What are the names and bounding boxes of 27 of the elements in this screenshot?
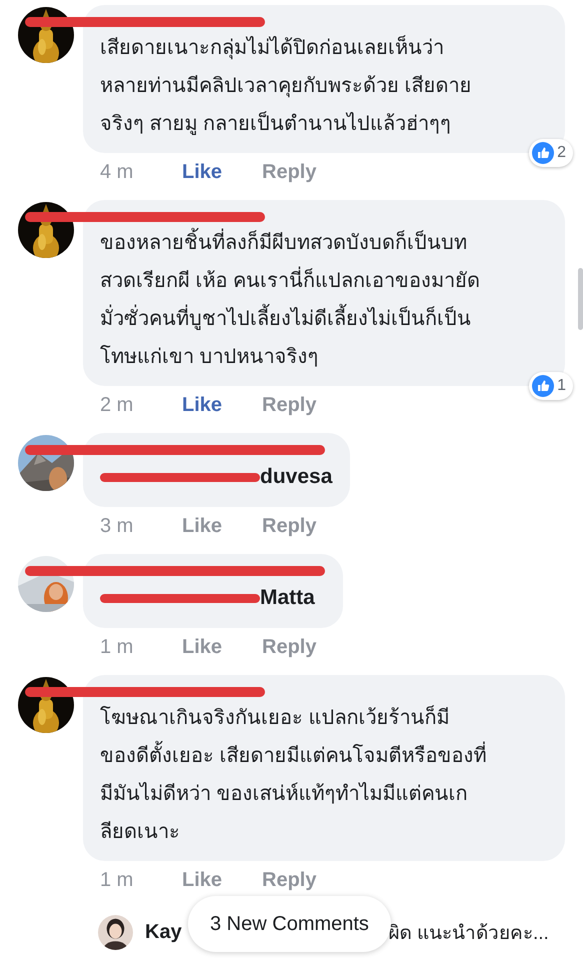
like-link[interactable]: Like — [182, 635, 262, 659]
reply-link[interactable]: Reply — [262, 514, 316, 538]
like-link[interactable]: Like — [182, 868, 262, 892]
reaction-count[interactable]: 1 — [529, 372, 573, 400]
comment-time: 2 m — [100, 393, 134, 417]
comment-time: 3 m — [100, 514, 134, 538]
thumbs-up-icon — [532, 142, 554, 164]
comment-text: เสียดายเนาะกลุ่มไม่ได้ปิดก่อนเลยเห็นว่า หลายท่านมีคลิปเวลาคุยกับพระด้วย เสียดาย จริงๆ สายมู กลายเป็นตำนานไปแล้วฮ่าๆๆ — [100, 34, 473, 137]
new-comments-toast[interactable]: 3 New Comments — [188, 896, 391, 952]
reply-link[interactable]: Reply — [262, 868, 316, 892]
like-link[interactable]: Like — [182, 160, 262, 184]
like-link[interactable]: Like — [182, 514, 262, 538]
mention-link[interactable]: duvesa — [260, 457, 332, 497]
comment-time: 4 m — [100, 160, 134, 184]
reply-link[interactable]: Reply — [262, 160, 316, 184]
reply-link[interactable]: Reply — [262, 393, 316, 417]
commenter-name[interactable]: Kay — [145, 920, 182, 944]
mention-link[interactable]: Matta — [260, 578, 315, 618]
reply-link[interactable]: Reply — [262, 635, 316, 659]
comment-time: 1 m — [100, 635, 134, 659]
comment-time: 1 m — [100, 868, 134, 892]
scrollbar[interactable] — [578, 268, 583, 330]
comment-preview: ผิด แนะนำด้วยคะ... — [388, 922, 549, 946]
thumbs-up-icon — [532, 375, 554, 397]
reaction-count[interactable]: 2 — [529, 139, 573, 167]
comment-text: โฆษณาเกินจริงกันเยอะ แปลกเว้ยร้านก็มี ของดีตั้งเยอะ เสียดายมีแต่คนโจมตีหรือของที่ มีมันไม่ดีหว่า ของเสน่ห์แท้ๆทำไมมีแต่คนเก ลียดเนาะ — [100, 704, 488, 845]
like-link[interactable]: Like — [182, 393, 262, 417]
